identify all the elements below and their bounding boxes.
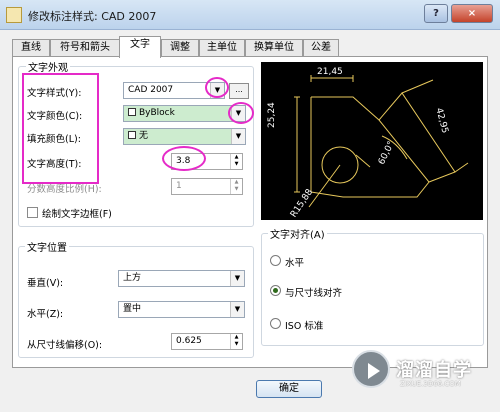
- offset-input[interactable]: 0.625 ▲ ▼: [171, 333, 243, 350]
- vertical-label: 垂直(V):: [27, 278, 64, 289]
- align-iso-label: ISO 标准: [285, 321, 324, 332]
- fill-color-select[interactable]: 无 ▼: [123, 128, 246, 145]
- annotation-circle-height: [162, 146, 206, 171]
- spin-arrows-icon[interactable]: ▲ ▼: [230, 179, 242, 194]
- color-swatch-icon: [128, 108, 136, 116]
- text-alignment-title: 文字对齐(A): [268, 226, 327, 241]
- close-button[interactable]: ×: [451, 4, 493, 23]
- title-bar: 修改标注样式: CAD 2007 ? ×: [0, 0, 500, 30]
- preview-top-dim: 21,45: [317, 67, 343, 77]
- align-horizontal-label: 水平: [285, 258, 305, 269]
- chevron-down-icon: ▼: [230, 271, 244, 286]
- help-button[interactable]: ?: [424, 4, 448, 23]
- tab-symbols-arrows[interactable]: 符号和箭头: [50, 39, 120, 57]
- text-placement-title: 文字位置: [25, 239, 69, 254]
- fraction-height-input[interactable]: 1 ▲ ▼: [171, 178, 243, 195]
- horizontal-label: 水平(Z):: [27, 309, 64, 320]
- tab-primary-units[interactable]: 主单位: [199, 39, 245, 57]
- spin-arrows-icon[interactable]: ▲ ▼: [230, 334, 242, 349]
- dimension-preview: 21,45 25,24 42,95 60,0° R15,88: [261, 62, 483, 220]
- tab-lines[interactable]: 直线: [12, 39, 50, 57]
- preview-left-dim: 25,24: [267, 102, 277, 128]
- annotation-circle-style: [205, 77, 229, 98]
- tab-text[interactable]: 文字: [119, 36, 161, 58]
- tab-fit[interactable]: 调整: [161, 39, 199, 57]
- spin-arrows-icon[interactable]: ▲ ▼: [230, 154, 242, 169]
- horizontal-value: 置中: [123, 304, 142, 314]
- align-iso-radio[interactable]: [270, 318, 281, 329]
- chevron-down-icon: ▼: [230, 302, 244, 317]
- text-style-browse-button[interactable]: ...: [229, 83, 249, 99]
- horizontal-select[interactable]: 置中 ▼: [118, 301, 245, 318]
- play-icon: [368, 363, 380, 379]
- color-swatch-icon: [128, 131, 136, 139]
- vertical-select[interactable]: 上方 ▼: [118, 270, 245, 287]
- align-horizontal-radio[interactable]: [270, 255, 281, 266]
- text-appearance-title: 文字外观: [26, 59, 70, 74]
- align-with-dimension-line-label: 与尺寸线对齐: [285, 288, 343, 299]
- text-style-value: CAD 2007: [128, 85, 174, 95]
- annotation-circle-color: [228, 102, 254, 124]
- draw-frame-checkbox[interactable]: [27, 207, 38, 218]
- preview-drawing: [294, 75, 469, 208]
- tab-tolerances[interactable]: 公差: [303, 39, 339, 57]
- vertical-value: 上方: [123, 273, 142, 283]
- align-with-dimension-line-radio[interactable]: [270, 285, 281, 296]
- offset-value: 0.625: [176, 336, 202, 346]
- offset-label: 从尺寸线偏移(O):: [27, 340, 103, 351]
- text-color-value: ByBlock: [139, 108, 175, 118]
- window-title: 修改标注样式: CAD 2007: [28, 10, 157, 23]
- annotation-label-box: [22, 73, 99, 184]
- app-icon: [6, 7, 22, 23]
- draw-frame-label: 绘制文字边框(F): [42, 209, 112, 220]
- watermark-title: 溜溜自学: [396, 360, 472, 381]
- watermark-play-icon: [352, 350, 390, 388]
- watermark-url: ZIXUE.3D66.COM: [400, 380, 461, 388]
- ok-button[interactable]: 确定: [256, 380, 322, 398]
- fraction-height-value: 1: [176, 181, 182, 191]
- fill-color-value: 无: [139, 131, 149, 141]
- tab-alternate-units[interactable]: 换算单位: [245, 39, 303, 57]
- chevron-down-icon: ▼: [231, 129, 245, 144]
